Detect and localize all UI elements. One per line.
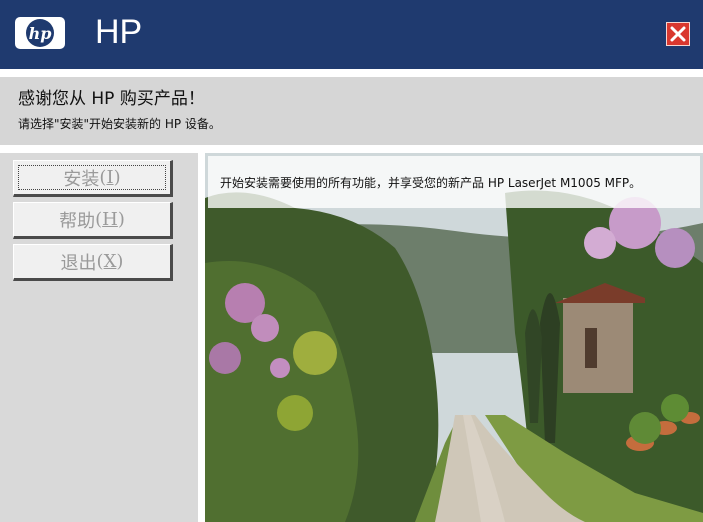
title-bar: hp HP [0, 0, 703, 69]
logo-text: hp [29, 24, 52, 43]
banner-title: 感谢您从 HP 购买产品！ [18, 89, 205, 109]
app-title: HP [95, 13, 143, 51]
header-separator [0, 69, 703, 77]
help-button[interactable]: 帮助 (H) [13, 202, 173, 239]
hp-logo: hp [15, 17, 65, 49]
exit-button-label: 退出 [60, 252, 97, 274]
caption-text: 开始安装需要使用的所有功能，并享受您的新产品 HP LaserJet M1005… [220, 176, 642, 190]
exit-button[interactable]: 退出 (X) [13, 244, 173, 281]
caption-box: 开始安装需要使用的所有功能，并享受您的新产品 HP LaserJet M1005… [208, 156, 700, 208]
close-icon[interactable] [666, 22, 690, 46]
install-button-mnemonic: (I) [99, 167, 121, 188]
exit-button-mnemonic: (X) [96, 251, 124, 272]
help-button-mnemonic: (H) [95, 209, 125, 230]
help-button-label: 帮助 [59, 210, 96, 232]
install-button-label: 安装 [63, 168, 100, 190]
intro-banner: 感谢您从 HP 购买产品！ 请选择"安装"开始安装新的 HP 设备。 [0, 77, 703, 145]
install-button[interactable]: 安装 (I) [13, 160, 173, 197]
banner-subtitle: 请选择"安装"开始安装新的 HP 设备。 [18, 117, 221, 131]
countryside-road-photo: 开始安装需要使用的所有功能，并享受您的新产品 HP LaserJet M1005… [205, 153, 703, 522]
sidebar-divider [198, 153, 205, 522]
banner-separator [0, 145, 703, 153]
